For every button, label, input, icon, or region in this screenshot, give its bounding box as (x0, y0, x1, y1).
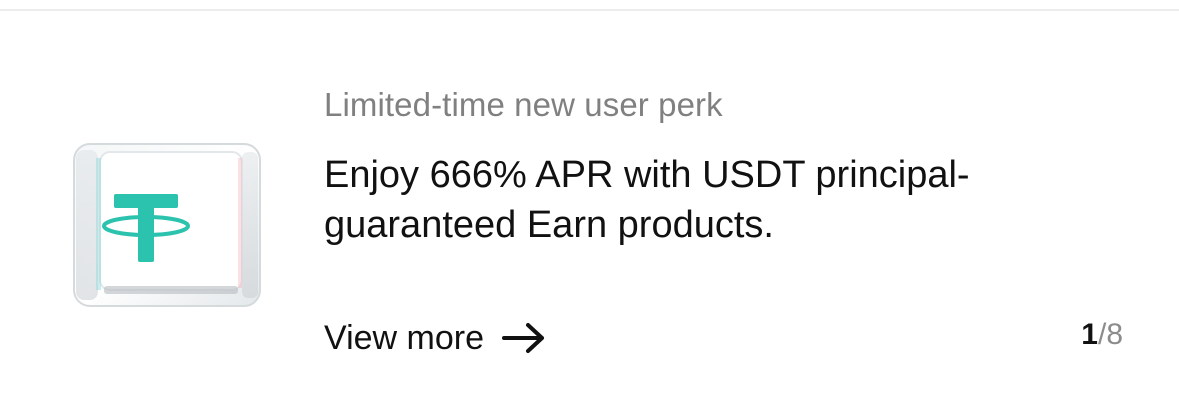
tether-usdt-cube-icon (73, 143, 261, 307)
view-more-link[interactable]: View more (324, 314, 546, 362)
promo-subtitle: Limited-time new user perk (324, 86, 723, 123)
view-more-label: View more (324, 318, 484, 357)
promo-headline-line2: guaranteed Earn products. (324, 204, 774, 246)
top-divider (0, 9, 1179, 11)
pager-total: 8 (1106, 318, 1123, 351)
arrow-right-icon (502, 323, 544, 353)
promo-headline-line1: Enjoy 666% APR with USDT principal- (324, 154, 970, 196)
promo-banner-card[interactable]: Limited-time new user perk Enjoy 666% AP… (0, 0, 1179, 414)
pager-indicator: 1/8 (1081, 318, 1123, 352)
pager-current: 1 (1081, 318, 1098, 351)
promo-headline: Enjoy 666% APR with USDT principal- guar… (324, 150, 1084, 250)
